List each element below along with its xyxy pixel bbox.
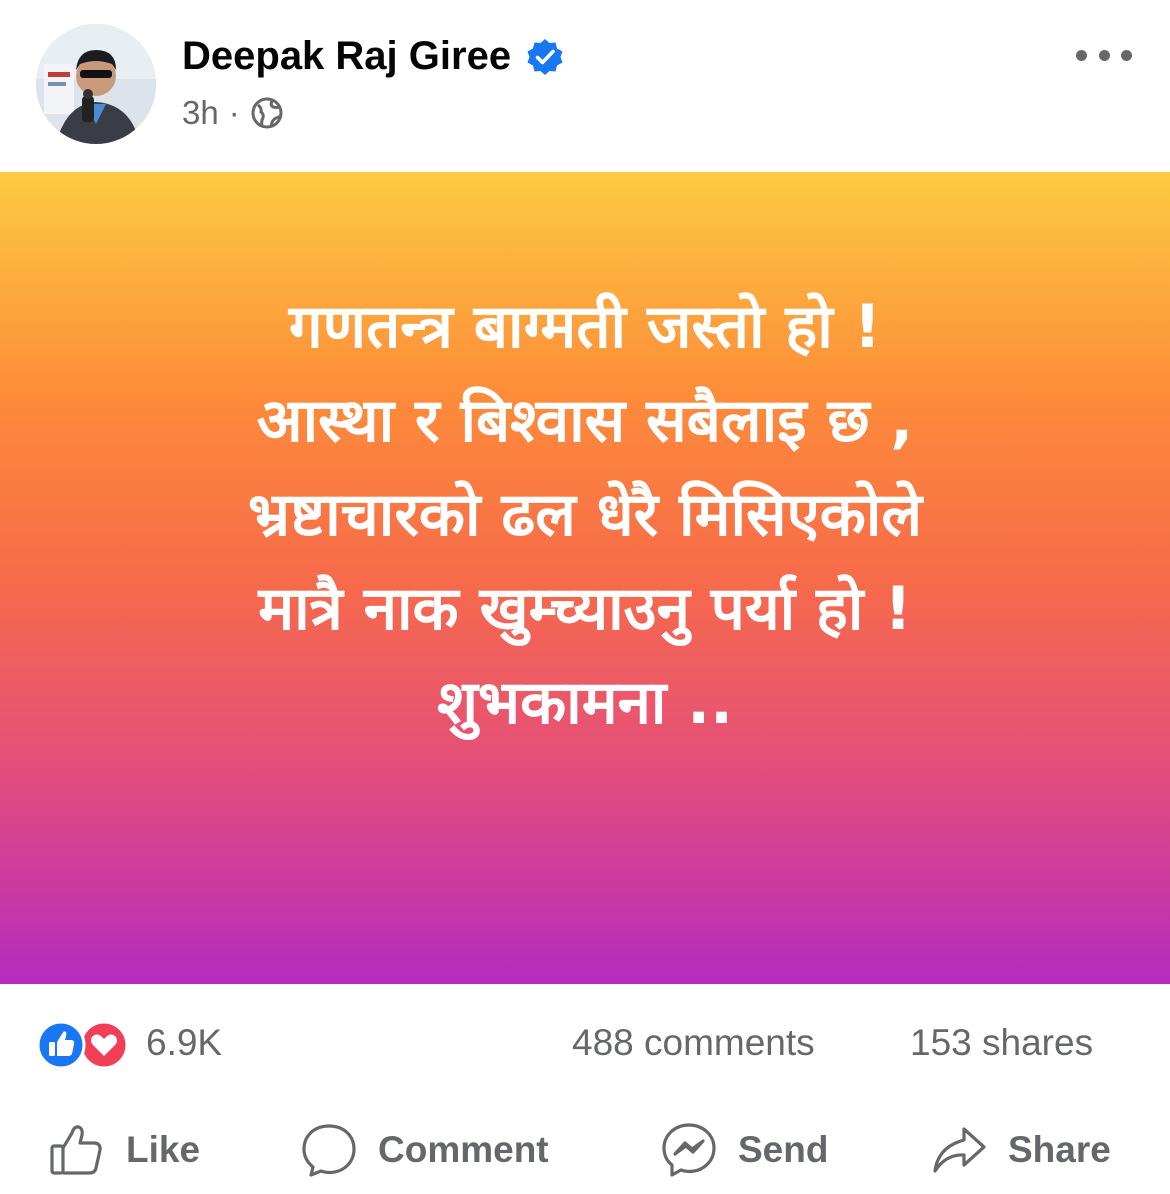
post-header bbox=[0, 0, 1170, 172]
comments-count[interactable]: 488 comments bbox=[572, 1022, 815, 1064]
thumbs-up-icon bbox=[50, 1125, 102, 1175]
like-label: Like bbox=[126, 1129, 201, 1170]
post-meta: 3h · bbox=[182, 94, 284, 132]
share-arrow-icon bbox=[933, 1127, 986, 1173]
send-label: Send bbox=[738, 1129, 829, 1170]
meta-separator: · bbox=[228, 94, 240, 131]
avatar-image bbox=[36, 24, 156, 144]
like-button[interactable]: Like bbox=[48, 1118, 200, 1182]
comment-bubble-icon bbox=[302, 1124, 356, 1177]
author-name[interactable]: Deepak Raj Giree bbox=[182, 34, 511, 79]
reaction-count[interactable]: 6.9K bbox=[146, 1022, 222, 1064]
comment-button[interactable]: Comment bbox=[300, 1118, 549, 1182]
more-horizontal-icon bbox=[1098, 49, 1110, 61]
author-avatar[interactable] bbox=[36, 24, 156, 144]
shares-count[interactable]: 153 shares bbox=[910, 1022, 1093, 1064]
love-reaction-icon bbox=[79, 1020, 129, 1070]
post-text: गणतन्त्र बाग्मती जस्तो हो ! आस्था र बिश्… bbox=[0, 280, 1170, 750]
more-horizontal-icon bbox=[1121, 49, 1132, 61]
reaction-icons[interactable] bbox=[36, 1020, 136, 1070]
more-horizontal-icon bbox=[1076, 49, 1087, 61]
messenger-icon bbox=[662, 1123, 716, 1177]
post-time[interactable]: 3h bbox=[182, 94, 219, 132]
send-button[interactable]: Send bbox=[660, 1118, 828, 1182]
post-text-line: मात्रै नाक खुम्च्याउनु पर्या हो ! bbox=[258, 574, 912, 644]
post-text-line: गणतन्त्र बाग्मती जस्तो हो ! bbox=[288, 292, 882, 362]
globe-icon[interactable] bbox=[250, 96, 284, 130]
more-options-button[interactable] bbox=[1076, 40, 1132, 70]
post-background[interactable]: गणतन्त्र बाग्मती जस्तो हो ! आस्था र बिश्… bbox=[0, 172, 1170, 984]
author-name-row[interactable]: Deepak Raj Giree bbox=[182, 34, 565, 79]
share-button[interactable]: Share bbox=[930, 1118, 1111, 1182]
comment-label: Comment bbox=[378, 1129, 549, 1170]
post-text-line: भ्रष्टाचारको ढल धेरै मिसिएकोले bbox=[247, 480, 923, 550]
like-reaction-icon bbox=[36, 1020, 86, 1070]
post-text-line: आस्था र बिश्वास सबैलाइ छ , bbox=[256, 386, 914, 456]
share-label: Share bbox=[1008, 1129, 1111, 1170]
verified-badge-icon bbox=[527, 38, 563, 75]
post-text-line: शुभकामना .. bbox=[437, 668, 733, 738]
